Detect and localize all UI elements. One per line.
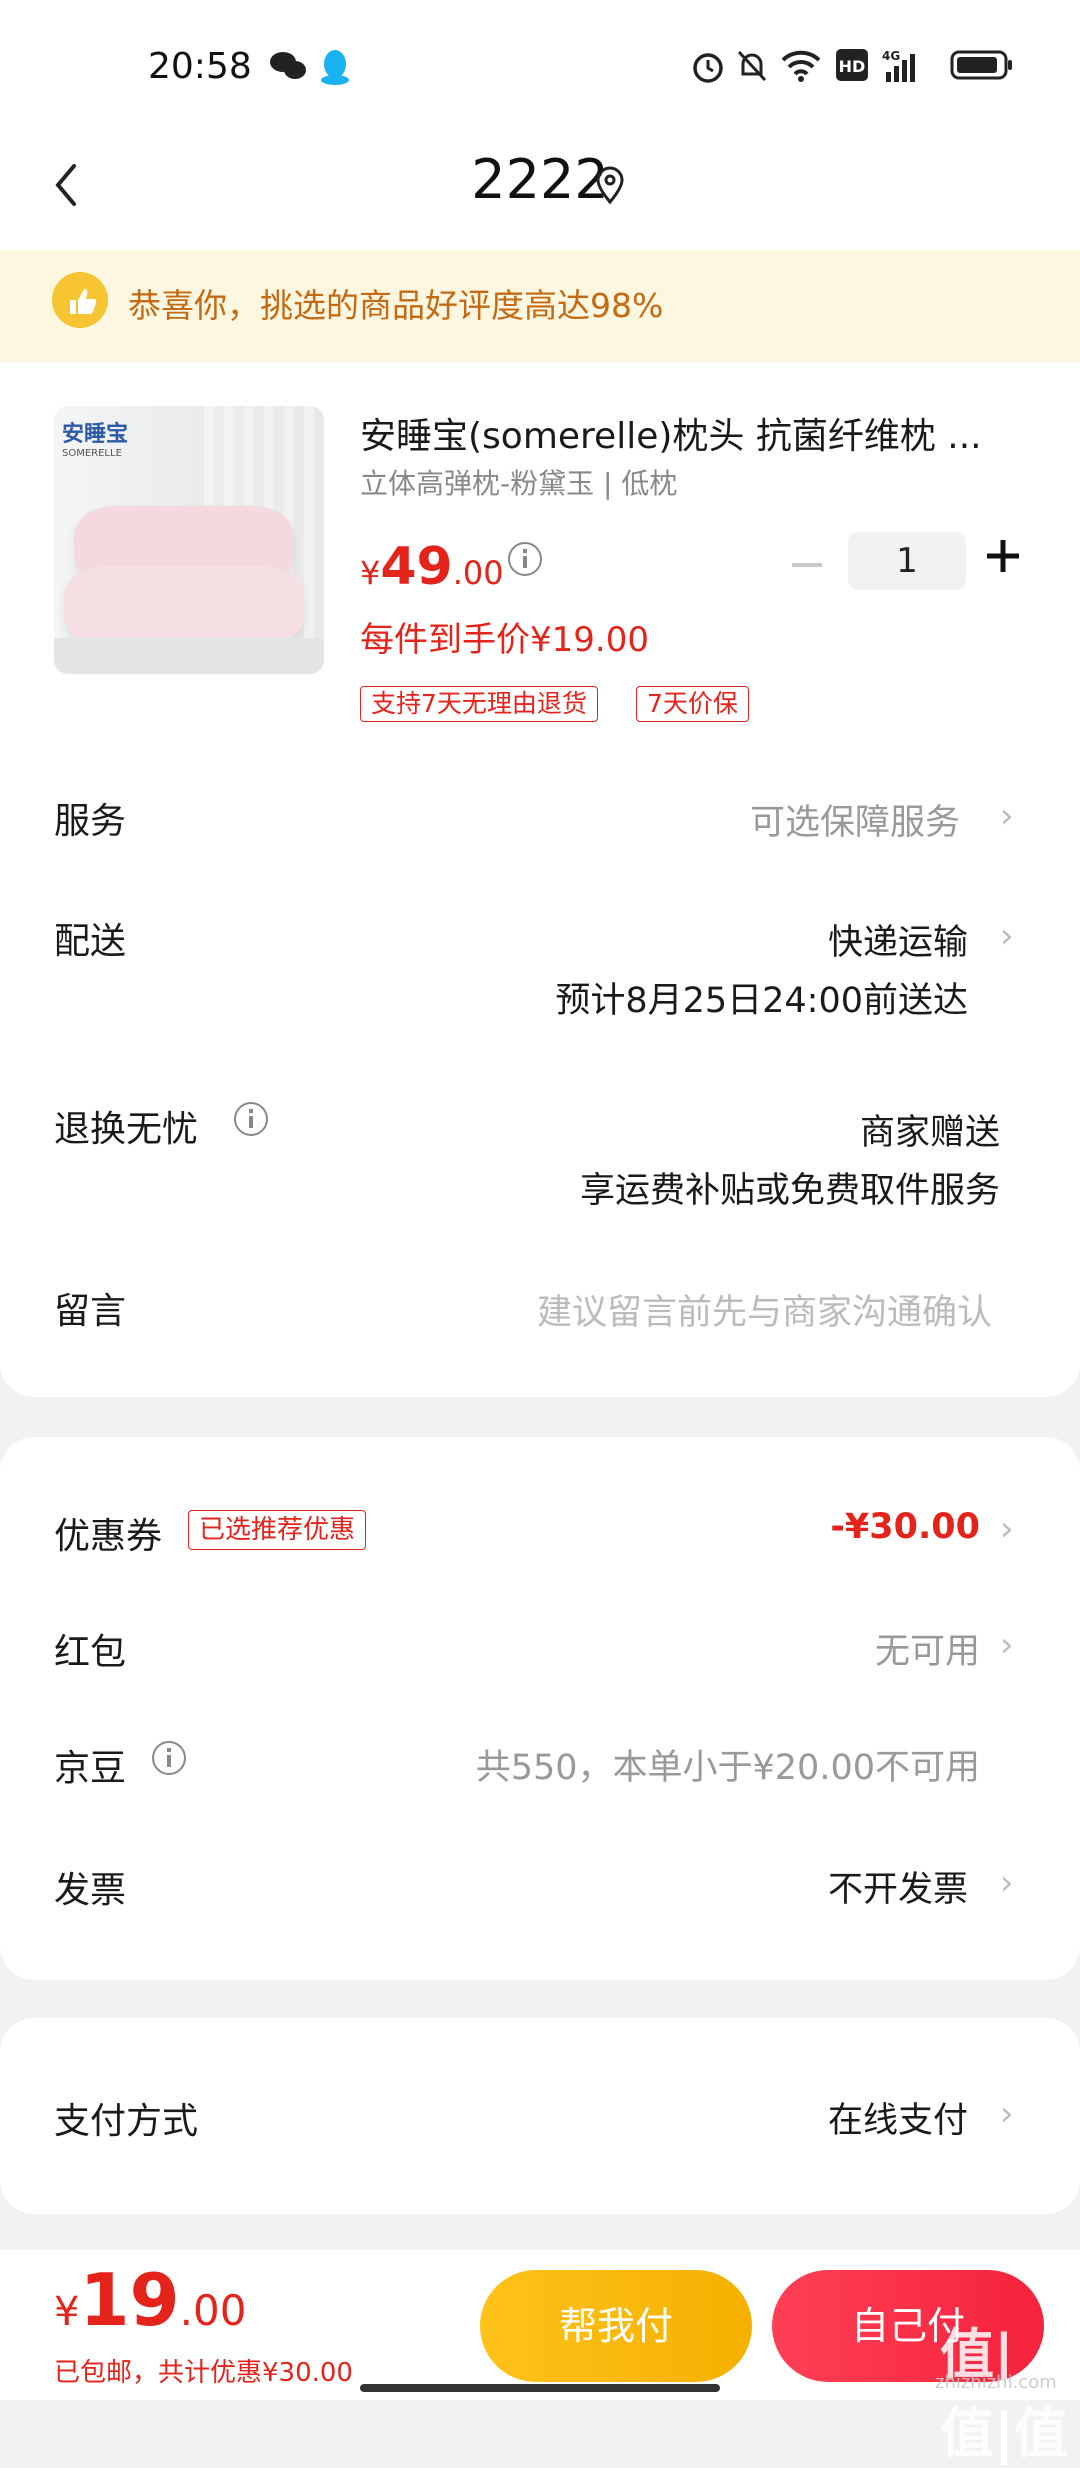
banner-text: 恭喜你，挑选的商品好评度高达98%	[128, 286, 664, 325]
delivery-value: 快递运输	[827, 923, 968, 963]
qq-icon	[321, 50, 349, 85]
coupon-tag: 已选推荐优惠	[188, 1510, 367, 1550]
discount-card: 优惠券 已选推荐优惠 -¥30.00 › 红包 无可用 › 京豆 共550，本单…	[0, 1437, 1080, 1980]
price-info-icon[interactable]	[508, 542, 542, 576]
mute-bell-icon	[737, 50, 767, 82]
service-value: 可选保障服务	[749, 803, 960, 843]
svg-text:4G: 4G	[882, 49, 900, 63]
product-spec[interactable]: 立体高弹枕-粉黛玉 | 低枕	[360, 462, 677, 502]
order-card: 安睡宝 SOMERELLE 安睡宝(somerelle)枕头 抗菌纤维枕 ...…	[0, 362, 1080, 1397]
return-value: 商家赠送	[859, 1113, 1000, 1153]
invoice-value: 不开发票	[827, 1870, 968, 1910]
jingdou-value: 共550，本单小于¥20.00不可用	[475, 1748, 980, 1788]
coupon-value: -¥30.00	[830, 1507, 980, 1547]
total-price: ¥19.00	[54, 2258, 247, 2342]
brand-logo: 安睡宝 SOMERELLE	[62, 422, 129, 459]
quantity-plus-button[interactable]	[985, 534, 1021, 589]
message-input[interactable]: 建议留言前先与商家沟通确认	[537, 1284, 992, 1335]
plus-icon	[987, 540, 1019, 572]
return-info-icon[interactable]	[234, 1102, 268, 1136]
product-name[interactable]: 安睡宝(somerelle)枕头 抗菌纤维枕 ...	[360, 407, 1010, 459]
chevron-right-icon: ›	[1000, 2094, 1014, 2134]
product-price: ¥49.00	[360, 537, 504, 597]
wifi-icon	[781, 50, 821, 82]
status-time: 20:58	[148, 46, 252, 87]
chevron-right-icon: ›	[1000, 1625, 1014, 1665]
battery-icon	[950, 50, 1012, 80]
hd-icon: HD	[836, 49, 868, 81]
return-policy-tag: 支持7天无理由退货	[360, 686, 598, 722]
invoice-label: 发票	[54, 1870, 127, 1911]
chevron-right-icon: ›	[1000, 1509, 1014, 1549]
chevron-right-icon: ›	[1000, 1863, 1014, 1903]
return-label: 退换无忧	[54, 1109, 199, 1150]
wechat-icon	[270, 52, 306, 79]
jingdou-label: 京豆	[54, 1748, 127, 1789]
thumbs-up-icon	[52, 272, 108, 328]
home-indicator[interactable]	[360, 2384, 720, 2392]
coupon-label: 优惠券	[54, 1516, 163, 1557]
watermark-url: zhizhizhi.com	[935, 2372, 1057, 2393]
delivery-label: 配送	[54, 921, 127, 962]
help-pay-button[interactable]: 帮我付	[480, 2270, 752, 2382]
jingdou-info-icon[interactable]	[152, 1741, 186, 1775]
hand-price: 每件到手价¥19.00	[360, 620, 649, 660]
price-protect-tag: 7天价保	[636, 686, 749, 722]
bottom-bar: ¥19.00 已包邮，共计优惠¥30.00 帮我付 自己付 值|值|值 zhiz…	[0, 2250, 1080, 2465]
delivery-eta: 预计8月25日24:00前送达	[555, 981, 968, 1021]
product-image[interactable]: 安睡宝 SOMERELLE	[54, 406, 324, 674]
signal-4g-icon: 4G	[882, 49, 915, 82]
payment-label: 支付方式	[54, 2101, 199, 2142]
payment-card: 支付方式 在线支付 ›	[0, 2018, 1080, 2214]
quantity-input[interactable]: 1	[848, 532, 966, 590]
page-title: 2222	[471, 148, 609, 211]
alarm-icon	[693, 53, 723, 83]
message-label: 留言	[54, 1291, 127, 1332]
status-bar: 20:58 HD 4G	[0, 0, 1080, 130]
location-pin-icon[interactable]	[592, 166, 628, 206]
return-desc: 享运费补贴或免费取件服务	[579, 1171, 1000, 1211]
payment-value: 在线支付	[827, 2101, 968, 2141]
chevron-right-icon: ›	[1000, 916, 1014, 956]
top-nav: 2222	[0, 130, 1080, 250]
praise-banner: 恭喜你，挑选的商品好评度高达98%	[0, 250, 1080, 362]
chevron-right-icon: ›	[1000, 796, 1014, 836]
service-label: 服务	[54, 801, 127, 842]
minus-icon	[792, 563, 822, 567]
redpacket-label: 红包	[54, 1632, 127, 1673]
total-subtext: 已包邮，共计优惠¥30.00	[54, 2358, 353, 2388]
redpacket-value: 无可用	[874, 1632, 980, 1672]
quantity-minus-button[interactable]	[790, 540, 824, 594]
svg-text:HD: HD	[839, 57, 866, 76]
